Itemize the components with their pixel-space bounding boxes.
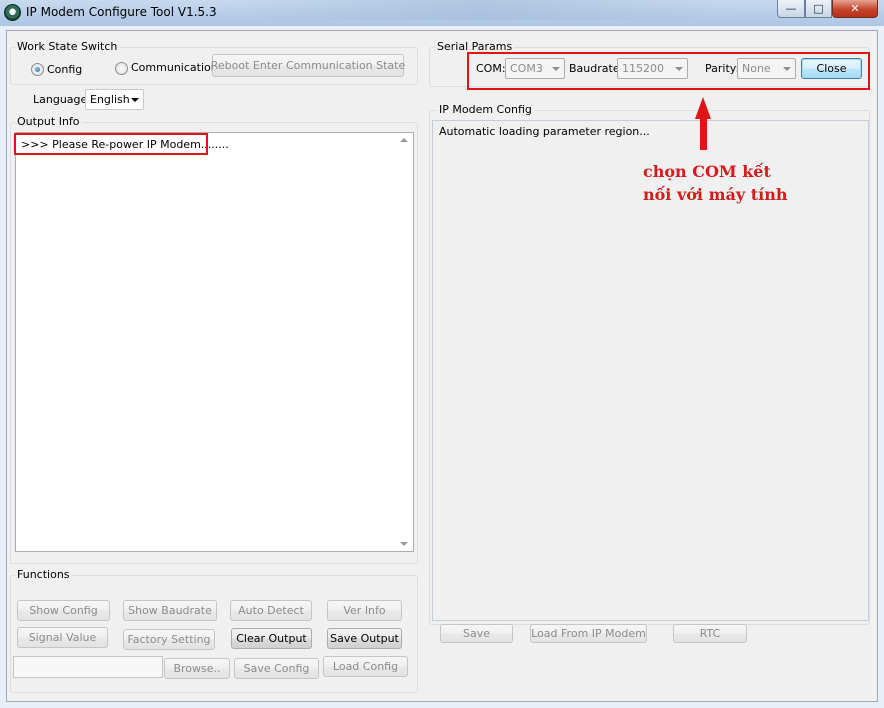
window-title: IP Modem Configure Tool V1.5.3 <box>26 5 217 19</box>
arrow-up-icon <box>695 97 711 119</box>
output-scrollbar[interactable] <box>396 133 413 551</box>
scroll-up-icon[interactable] <box>400 138 408 142</box>
serial-params-highlight-box <box>467 52 870 90</box>
modem-save-button[interactable]: Save <box>440 624 513 643</box>
language-select[interactable]: English <box>85 89 144 110</box>
signal-value-button[interactable]: Signal Value <box>17 627 108 648</box>
config-path-field[interactable] <box>13 656 163 678</box>
arrow-shaft <box>700 117 707 150</box>
config-radio[interactable] <box>31 63 44 76</box>
communication-radio[interactable] <box>115 62 128 75</box>
output-highlight-box <box>14 133 208 155</box>
browse-button[interactable]: Browse.. <box>164 658 230 679</box>
window-close-button[interactable]: ✕ <box>832 0 878 18</box>
language-select-value: English <box>90 93 130 106</box>
language-label: Language <box>33 93 88 106</box>
ip-modem-config-group-label: IP Modem Config <box>437 103 534 116</box>
factory-setting-button[interactable]: Factory Setting <box>123 629 215 650</box>
output-info-textarea[interactable] <box>15 132 414 552</box>
output-info-group-label: Output Info <box>15 115 82 128</box>
communication-radio-label[interactable]: Communication <box>131 61 218 74</box>
annotation-line-2: nối với máy tính <box>643 185 788 204</box>
save-config-button[interactable]: Save Config <box>234 658 319 679</box>
minimize-button[interactable]: — <box>777 0 805 18</box>
reboot-communication-button[interactable]: Reboot Enter Communication State <box>211 54 405 77</box>
annotation-line-1: chọn COM kết <box>643 162 771 181</box>
maximize-button[interactable]: □ <box>805 0 832 18</box>
modem-app-icon <box>4 4 21 21</box>
clear-output-button[interactable]: Clear Output <box>231 628 312 649</box>
chevron-down-icon <box>131 98 139 102</box>
rtc-button[interactable]: RTC <box>673 624 747 643</box>
load-from-modem-button[interactable]: Load From IP Modem <box>530 624 647 643</box>
functions-group-label: Functions <box>15 568 72 581</box>
show-baudrate-button[interactable]: Show Baudrate <box>123 600 217 621</box>
load-config-button[interactable]: Load Config <box>323 656 408 677</box>
title-bar-background <box>220 0 740 20</box>
ver-info-button[interactable]: Ver Info <box>327 600 402 621</box>
ip-modem-config-status: Automatic loading parameter region... <box>439 125 650 138</box>
save-output-button[interactable]: Save Output <box>327 628 402 649</box>
work-state-group-label: Work State Switch <box>15 40 120 53</box>
config-radio-label[interactable]: Config <box>47 63 82 76</box>
auto-detect-button[interactable]: Auto Detect <box>230 600 312 621</box>
annotation-text: chọn COM kết nối với máy tính <box>643 160 823 206</box>
scroll-down-icon[interactable] <box>400 542 408 546</box>
show-config-button[interactable]: Show Config <box>17 600 110 621</box>
